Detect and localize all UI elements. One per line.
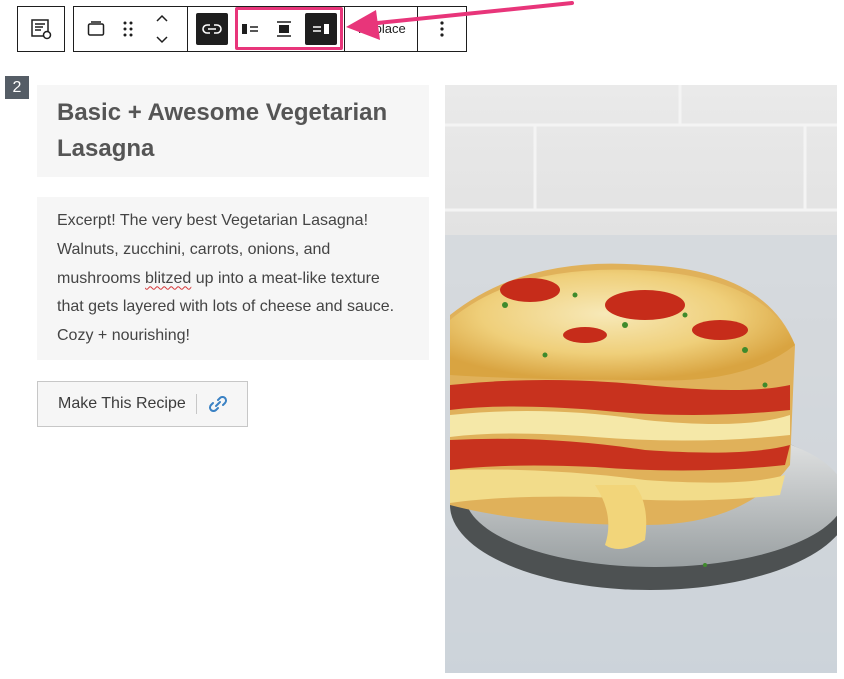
recipe-title-block[interactable]: Basic + Awesome Vegetarian Lasagna [37, 85, 429, 177]
link-icon [202, 24, 222, 34]
link-icon[interactable] [207, 396, 229, 412]
chevron-up-icon [156, 14, 168, 22]
make-recipe-label[interactable]: Make This Recipe [38, 394, 197, 414]
recipe-excerpt[interactable]: Excerpt! The very best Vegetarian Lasagn… [57, 207, 409, 351]
recipe-title[interactable]: Basic + Awesome Vegetarian Lasagna [57, 95, 409, 167]
card-icon [87, 21, 105, 36]
toolbar-group-block-type [17, 6, 65, 52]
alignment-highlight-box [235, 7, 343, 50]
toolbar-divider [187, 7, 188, 51]
move-up-button[interactable] [144, 7, 180, 29]
chevron-down-icon [156, 36, 168, 44]
block-number-badge: 2 [5, 76, 29, 99]
drag-handle-icon [123, 21, 133, 37]
recipe-excerpt-block[interactable]: Excerpt! The very best Vegetarian Lasagn… [37, 197, 429, 360]
select-parent-button[interactable] [78, 7, 114, 51]
block-type-button[interactable] [23, 7, 59, 51]
table-of-contents-icon [31, 19, 52, 40]
annotation-arrow-icon [346, 1, 574, 40]
make-recipe-button[interactable]: Make This Recipe [37, 381, 248, 427]
link-button[interactable] [196, 13, 228, 45]
drag-handle[interactable] [110, 7, 146, 51]
misspelled-word[interactable]: blitzed [145, 270, 191, 287]
move-down-button[interactable] [144, 29, 180, 51]
lasagna-photo[interactable] [445, 85, 837, 673]
